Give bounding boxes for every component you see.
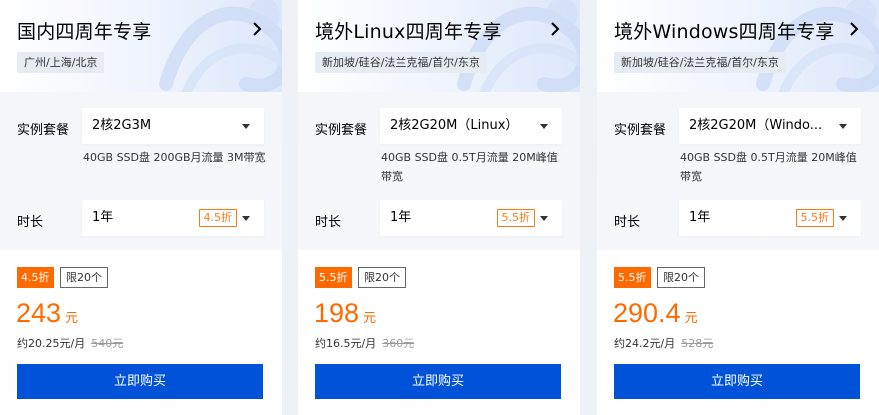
buy-button[interactable]: 立即购买 (614, 364, 860, 399)
duration-discount-badge: 5.5折 (795, 209, 834, 227)
spec-select-value: 2核2G20M（Linux） (390, 118, 519, 133)
decorative-swirl-icon (159, 0, 282, 92)
duration-select[interactable]: 1年 4.5折 (82, 200, 264, 236)
card-header: 国内四周年专享 广州/上海/北京 (0, 0, 282, 92)
limit-badge: 限20个 (358, 267, 406, 288)
spec-description: 40GB SSD盘 0.5T月流量 20M峰值带宽 (381, 151, 558, 183)
discount-badge: 4.5折 (17, 267, 54, 288)
original-price: 540元 (91, 337, 124, 350)
chevron-right-icon[interactable] (548, 20, 562, 38)
price: 243 元 (16, 298, 78, 329)
price: 290.4 元 (613, 298, 698, 329)
duration-select-value: 1年 (390, 210, 412, 225)
card-title: 境外Windows四周年专享 (614, 21, 835, 43)
discount-badge: 5.5折 (315, 267, 352, 288)
limit-badge: 限20个 (657, 267, 705, 288)
region-tag: 广州/上海/北京 (17, 52, 105, 73)
decorative-swirl-icon (457, 0, 580, 92)
product-card-windows: 境外Windows四周年专享 新加坡/硅谷/法兰克福/首尔/东京 实例套餐 2核… (597, 0, 879, 415)
monthly-price: 约24.2元/月 (614, 337, 676, 350)
region-tag: 新加坡/硅谷/法兰克福/首尔/东京 (315, 52, 487, 73)
price-amount: 198 (314, 298, 360, 328)
buy-button[interactable]: 立即购买 (17, 364, 263, 399)
duration-select-value: 1年 (92, 210, 114, 225)
monthly-price-line: 约24.2元/月 528元 (614, 335, 713, 351)
duration-label: 时长 (614, 215, 641, 230)
duration-select[interactable]: 1年 5.5折 (679, 200, 861, 236)
duration-select[interactable]: 1年 5.5折 (380, 200, 562, 236)
price-amount: 290.4 (613, 298, 681, 328)
spec-select[interactable]: 2核2G20M（Windo... (679, 108, 861, 144)
monthly-price-line: 约16.5元/月 360元 (315, 335, 414, 351)
region-tag: 新加坡/硅谷/法兰克福/首尔/东京 (614, 52, 786, 73)
spec-description: 40GB SSD盘 0.5T月流量 20M峰值带宽 (680, 151, 857, 183)
price: 198 元 (314, 298, 376, 329)
product-card-linux: 境外Linux四周年专享 新加坡/硅谷/法兰克福/首尔/东京 实例套餐 2核2G… (298, 0, 580, 415)
chevron-right-icon[interactable] (847, 20, 861, 38)
caret-down-icon (839, 124, 847, 129)
price-unit: 元 (684, 311, 698, 326)
spec-select[interactable]: 2核2G20M（Linux） (380, 108, 562, 144)
original-price: 360元 (382, 337, 415, 350)
chevron-right-icon[interactable] (250, 20, 264, 38)
product-card-domestic: 国内四周年专享 广州/上海/北京 实例套餐 2核2G3M 40GB SSD盘 2… (0, 0, 282, 415)
spec-select[interactable]: 2核2G3M (82, 108, 264, 144)
caret-down-icon (839, 216, 847, 221)
original-price: 528元 (681, 337, 714, 350)
card-title: 国内四周年专享 (17, 21, 152, 43)
discount-badge: 5.5折 (614, 267, 651, 288)
caret-down-icon (540, 124, 548, 129)
duration-label: 时长 (315, 215, 342, 230)
price-unit: 元 (65, 311, 79, 326)
duration-label: 时长 (17, 215, 44, 230)
card-header: 境外Linux四周年专享 新加坡/硅谷/法兰克福/首尔/东京 (298, 0, 580, 92)
spec-label: 实例套餐 (315, 123, 368, 138)
monthly-price-line: 约20.25元/月 540元 (17, 335, 123, 351)
price-amount: 243 (16, 298, 62, 328)
limit-badge: 限20个 (60, 267, 108, 288)
card-header: 境外Windows四周年专享 新加坡/硅谷/法兰克福/首尔/东京 (597, 0, 879, 92)
duration-select-value: 1年 (689, 210, 711, 225)
caret-down-icon (242, 124, 250, 129)
spec-label: 实例套餐 (17, 123, 70, 138)
card-title: 境外Linux四周年专享 (315, 21, 502, 43)
spec-label: 实例套餐 (614, 123, 667, 138)
duration-discount-badge: 5.5折 (496, 209, 535, 227)
decorative-swirl-icon (756, 0, 879, 92)
monthly-price: 约20.25元/月 (17, 337, 86, 350)
monthly-price: 约16.5元/月 (315, 337, 377, 350)
duration-discount-badge: 4.5折 (198, 209, 237, 227)
price-unit: 元 (363, 311, 377, 326)
spec-select-value: 2核2G3M (92, 118, 152, 133)
buy-button[interactable]: 立即购买 (315, 364, 561, 399)
spec-description: 40GB SSD盘 200GB月流量 3M带宽 (83, 151, 266, 164)
caret-down-icon (242, 216, 250, 221)
caret-down-icon (540, 216, 548, 221)
spec-select-value: 2核2G20M（Windo... (689, 118, 823, 133)
